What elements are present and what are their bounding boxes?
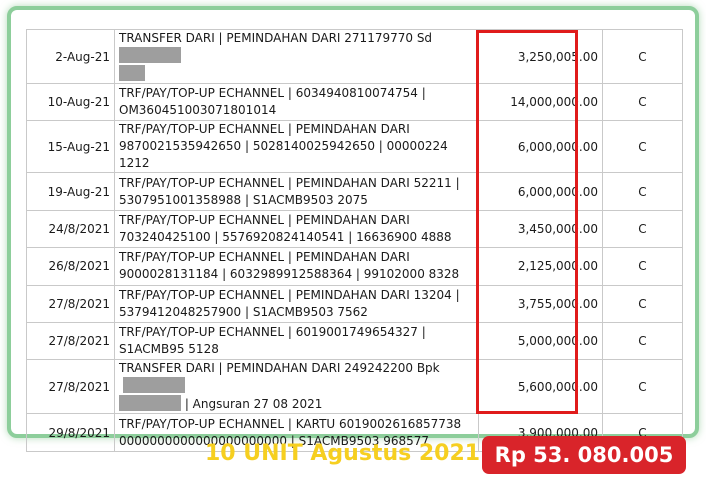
credit-flag-cell: C (602, 120, 683, 174)
table-row: 24/8/2021 TRF/PAY/TOP-UP ECHANNEL | PEMIN… (26, 209, 683, 249)
date-cell: 24/8/2021 (26, 209, 115, 249)
amount-highlight-box (476, 30, 578, 414)
table-row: 27/8/2021 TRF/PAY/TOP-UP ECHANNEL | PEMIN… (26, 284, 683, 323)
description-line-2: 9000028131184 | 6032989912588364 | 99102… (119, 267, 460, 282)
description-line-2: OM360451003071801014 (119, 103, 277, 118)
description-cell: TRF/PAY/TOP-UP ECHANNEL | PEMINDAHAN DAR… (114, 172, 479, 211)
description-line-1: TRF/PAY/TOP-UP ECHANNEL | PEMINDAHAN DAR… (119, 287, 460, 302)
description-line-2: 5379412048257900 | S1ACMB9503 7562 (119, 304, 368, 319)
date-cell: 2-Aug-21 (26, 29, 115, 84)
credit-flag-cell: C (602, 172, 683, 211)
description-cell: TRF/PAY/TOP-UP ECHANNEL | 60190017496543… (114, 321, 479, 361)
date-cell: 27/8/2021 (26, 284, 115, 323)
description-cell: TRF/PAY/TOP-UP ECHANNEL | 60349408100747… (114, 82, 479, 122)
date-cell: 27/8/2021 (26, 359, 115, 415)
description-line-2: 703240425100 | 5576920824140541 | 166369… (119, 229, 452, 244)
credit-flag-cell: C (602, 321, 683, 361)
credit-flag-cell: C (602, 82, 683, 122)
description-cell: TRF/PAY/TOP-UP ECHANNEL | PEMINDAHAN DAR… (114, 247, 479, 286)
footer: 10 UNIT Agustus 2021 Rp 53. 080.005 (0, 434, 706, 480)
summary-caption: 10 UNIT Agustus 2021 (205, 441, 481, 466)
credit-flag-cell: C (602, 359, 683, 415)
description-line-1: TRF/PAY/TOP-UP ECHANNEL | PEMINDAHAN DAR… (119, 175, 460, 190)
redaction-block (123, 377, 185, 394)
description-cell: TRANSFER DARI | PEMINDAHAN DARI 27117977… (114, 29, 479, 84)
table-row: 10-Aug-21 TRF/PAY/TOP-UP ECHANNEL | 60349… (26, 82, 683, 122)
date-cell: 15-Aug-21 (26, 120, 115, 174)
redaction-block (119, 65, 145, 81)
description-line-1: TRF/PAY/TOP-UP ECHANNEL | PEMINDAHAN DAR… (119, 212, 410, 227)
total-badge: Rp 53. 080.005 (482, 436, 686, 474)
description-line-2: 5307951001358988 | S1ACMB9503 2075 (119, 192, 368, 207)
description-line-1: TRF/PAY/TOP-UP ECHANNEL | 60190017496543… (119, 325, 426, 340)
credit-flag-cell: C (602, 247, 683, 286)
credit-flag-cell: C (602, 29, 683, 84)
description-line-1: TRANSFER DARI | PEMINDAHAN DARI 24924220… (119, 361, 440, 376)
transaction-table: 2-Aug-21 TRANSFER DARI | PEMINDAHAN DARI … (26, 29, 683, 452)
description-line-1: TRANSFER DARI | PEMINDAHAN DARI 27117977… (119, 31, 433, 45)
credit-flag-cell: C (602, 209, 683, 249)
description-cell: TRF/PAY/TOP-UP ECHANNEL | PEMINDAHAN DAR… (114, 120, 479, 174)
table-row: 26/8/2021 TRF/PAY/TOP-UP ECHANNEL | PEMIN… (26, 247, 683, 286)
description-cell: TRF/PAY/TOP-UP ECHANNEL | PEMINDAHAN DAR… (114, 284, 479, 323)
description-line-2: 9870021535942650 | 5028140025942650 | 00… (119, 139, 448, 171)
redaction-block (119, 47, 181, 63)
description-line-1: TRF/PAY/TOP-UP ECHANNEL | 60349408100747… (119, 86, 426, 101)
date-cell: 19-Aug-21 (26, 172, 115, 211)
date-cell: 10-Aug-21 (26, 82, 115, 122)
description-cell: TRF/PAY/TOP-UP ECHANNEL | PEMINDAHAN DAR… (114, 209, 479, 249)
credit-flag-cell: C (602, 284, 683, 323)
description-line-1: TRF/PAY/TOP-UP ECHANNEL | PEMINDAHAN DAR… (119, 250, 410, 265)
table-row: 27/8/2021 TRF/PAY/TOP-UP ECHANNEL | 60190… (26, 321, 683, 361)
description-line-2: S1ACMB95 5128 (119, 342, 219, 357)
table-row: 27/8/2021 TRANSFER DARI | PEMINDAHAN DARI… (26, 359, 683, 415)
table-row: 2-Aug-21 TRANSFER DARI | PEMINDAHAN DARI … (26, 29, 683, 84)
table-row: 15-Aug-21 TRF/PAY/TOP-UP ECHANNEL | PEMIN… (26, 120, 683, 174)
description-cell: TRANSFER DARI | PEMINDAHAN DARI 24924220… (114, 359, 479, 415)
table-row: 19-Aug-21 TRF/PAY/TOP-UP ECHANNEL | PEMIN… (26, 172, 683, 211)
description-line-1: TRF/PAY/TOP-UP ECHANNEL | KARTU 60190026… (119, 416, 462, 431)
date-cell: 26/8/2021 (26, 247, 115, 286)
description-line-1: TRF/PAY/TOP-UP ECHANNEL | PEMINDAHAN DAR… (119, 122, 410, 137)
redaction-block (119, 395, 181, 412)
date-cell: 27/8/2021 (26, 321, 115, 361)
description-line-2: | Angsuran 27 08 2021 (181, 397, 323, 412)
